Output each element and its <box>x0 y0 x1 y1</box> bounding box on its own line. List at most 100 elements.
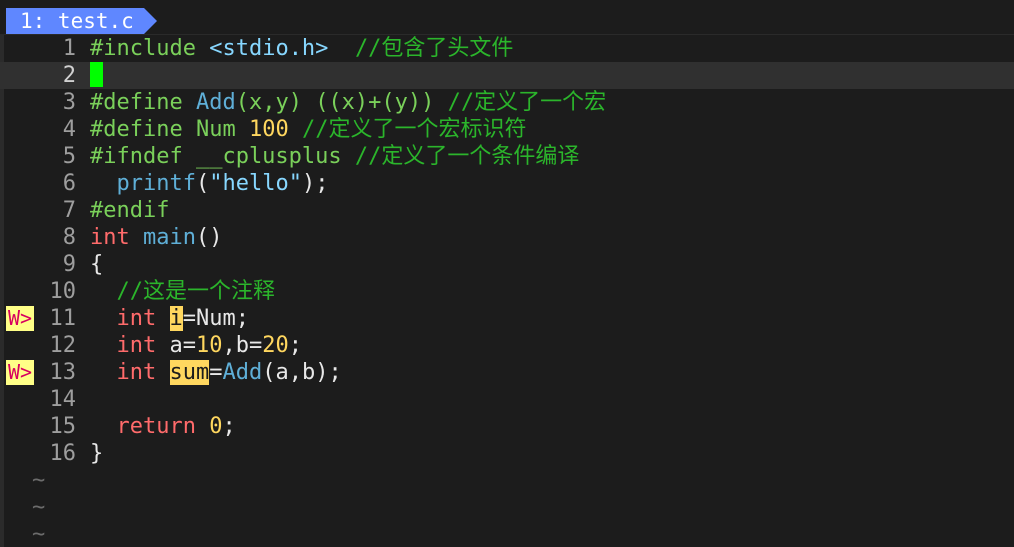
code-token: #define Num <box>90 117 249 142</box>
text-cursor <box>90 62 103 87</box>
line-code[interactable]: #define Add(x,y) ((x)+(y)) //定义了一个宏 <box>90 89 606 116</box>
code-token: int <box>116 306 157 331</box>
code-line[interactable]: 7 #endif <box>0 197 1014 224</box>
tilde-marker: ~ <box>32 468 46 493</box>
line-code[interactable] <box>90 62 103 89</box>
code-line[interactable]: W> 11 int i=Num; <box>0 305 1014 332</box>
line-number: 16 <box>49 441 77 466</box>
line-number: 2 <box>62 63 76 88</box>
line-number: 8 <box>62 225 76 250</box>
code-line[interactable]: 8 int main() <box>0 224 1014 251</box>
warning-highlight-token: i <box>169 306 183 331</box>
code-buffer[interactable]: 1 #include <stdio.h> //包含了头文件 2 3 #define Ad… <box>0 34 1014 547</box>
code-token: ); <box>301 171 329 196</box>
code-line[interactable]: 6 printf("hello"); <box>0 170 1014 197</box>
code-line[interactable]: W> 13 int sum=Add(a,b); <box>0 359 1014 386</box>
code-line[interactable]: 3 #define Add(x,y) ((x)+(y)) //定义了一个宏 <box>0 89 1014 116</box>
code-line[interactable]: 5 #ifndef __cplusplus //定义了一个条件编译 <box>0 143 1014 170</box>
code-token: 10 <box>196 333 223 358</box>
code-token: #ifndef __cplusplus <box>90 144 355 169</box>
line-code[interactable]: { <box>90 251 103 278</box>
code-token: ; <box>288 333 302 358</box>
line-code[interactable]: int sum=Add(a,b); <box>90 359 342 386</box>
code-token: a= <box>156 333 196 358</box>
line-code[interactable]: } <box>90 440 103 467</box>
line-number: 1 <box>62 36 76 61</box>
line-number: 14 <box>49 387 77 412</box>
tab-test-c[interactable]: 1: test.c <box>6 8 157 34</box>
code-token: 20 <box>262 333 289 358</box>
line-code[interactable]: //这是一个注释 <box>90 278 276 305</box>
warning-highlight-token: sum <box>169 360 210 385</box>
code-token: #define <box>90 90 183 115</box>
code-token: #include <box>90 36 196 61</box>
code-token: = <box>209 360 223 385</box>
code-line[interactable]: 16} <box>0 440 1014 467</box>
code-token: 0 <box>209 414 223 439</box>
code-token: (a,b); <box>262 360 342 385</box>
code-token: () <box>195 225 223 250</box>
code-line[interactable]: 14 <box>0 386 1014 413</box>
line-number: 9 <box>62 252 76 277</box>
code-token: //定义了一个宏 <box>447 90 607 115</box>
code-token: Add <box>222 360 263 385</box>
code-token: <stdio.h> <box>209 36 329 61</box>
code-line[interactable]: 9{ <box>0 251 1014 278</box>
code-token: ; <box>222 414 236 439</box>
code-token: //包含了头文件 <box>354 36 514 61</box>
line-number: 7 <box>62 198 76 223</box>
line-code[interactable]: int i=Num; <box>90 305 249 332</box>
line-number: 10 <box>49 279 77 304</box>
code-token: Add <box>195 90 236 115</box>
line-number: 5 <box>62 144 76 169</box>
empty-buffer-line: ~ <box>0 494 1014 521</box>
tilde-marker: ~ <box>32 495 46 520</box>
code-line[interactable]: 12 int a=10,b=20; <box>0 332 1014 359</box>
tabline: 1: test.c <box>0 0 1014 34</box>
warning-sign-icon[interactable]: W> <box>6 306 34 331</box>
code-token: } <box>90 441 104 466</box>
line-number: 12 <box>49 333 77 358</box>
code-line[interactable]: 1 #include <stdio.h> //包含了头文件 <box>0 35 1014 62</box>
line-number: 4 <box>62 117 76 142</box>
code-token: (x,y) ((x)+(y)) <box>235 90 448 115</box>
code-token: return <box>116 414 196 439</box>
line-code[interactable]: #ifndef __cplusplus //定义了一个条件编译 <box>90 143 579 170</box>
line-code[interactable]: #define Num 100 //定义了一个宏标识符 <box>90 116 526 143</box>
line-code[interactable]: #include <stdio.h> //包含了头文件 <box>90 35 513 62</box>
code-token: printf <box>116 171 196 196</box>
code-token: //定义了一个宏标识符 <box>301 117 527 142</box>
code-token: //定义了一个条件编译 <box>354 144 580 169</box>
vim-editor-window: 1: test.c 1 #include <stdio.h> //包含了头文件 2 3… <box>0 0 1014 547</box>
line-code[interactable]: return 0; <box>90 413 236 440</box>
warning-sign-icon[interactable]: W> <box>6 360 34 385</box>
code-token: { <box>90 252 104 277</box>
code-line[interactable]: 10 //这是一个注释 <box>0 278 1014 305</box>
line-code[interactable]: int main() <box>90 224 222 251</box>
code-token: ,b= <box>222 333 263 358</box>
code-token: 100 <box>248 117 289 142</box>
tilde-marker: ~ <box>32 522 46 547</box>
code-line[interactable]: 15 return 0; <box>0 413 1014 440</box>
line-code[interactable]: printf("hello"); <box>90 170 329 197</box>
code-token: =Num; <box>182 306 249 331</box>
line-number: 15 <box>49 414 77 439</box>
code-token: int <box>116 360 157 385</box>
line-code[interactable]: #endif <box>90 197 169 224</box>
code-token: ( <box>195 171 210 196</box>
code-line[interactable]: 4 #define Num 100 //定义了一个宏标识符 <box>0 116 1014 143</box>
line-code[interactable]: int a=10,b=20; <box>90 332 303 359</box>
code-line[interactable]: 2 <box>0 62 1014 89</box>
